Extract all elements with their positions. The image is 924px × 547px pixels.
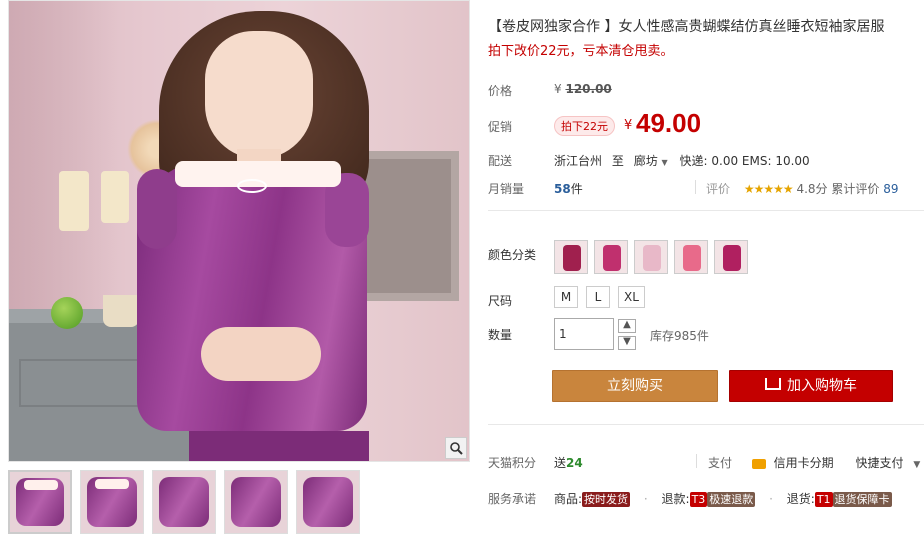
image-lamp bbox=[59, 171, 89, 231]
original-price: ¥ 120.00 bbox=[554, 82, 612, 96]
service-promises: 商品: 按时发货 · 退款: T3 极速退款 · 退货: T1 退货保障卡 bbox=[554, 492, 892, 507]
size-option-l[interactable]: L bbox=[586, 286, 610, 308]
monthly-sales: 58件 bbox=[554, 180, 583, 197]
thumbnail-2[interactable] bbox=[80, 470, 144, 534]
promo-currency: ¥ bbox=[624, 118, 633, 133]
original-currency: ¥ bbox=[554, 82, 562, 96]
svc-goods-prefix: 商品: bbox=[554, 492, 583, 506]
ship-to-dropdown[interactable]: 廊坊 bbox=[634, 154, 658, 168]
chevron-down-icon[interactable]: ▼ bbox=[662, 158, 668, 167]
size-options: M L XL bbox=[554, 286, 645, 308]
price-label: 价格 bbox=[488, 84, 513, 98]
sales-divider bbox=[695, 180, 696, 194]
size-label: 尺码 bbox=[488, 294, 513, 308]
sales-count: 58 bbox=[554, 182, 571, 196]
ship-to-word: 至 bbox=[611, 154, 624, 168]
image-apple bbox=[51, 297, 83, 329]
model-hands bbox=[201, 327, 321, 381]
thumbnail-3[interactable] bbox=[152, 470, 216, 534]
svc-return-prefix: 退货: bbox=[786, 492, 815, 506]
stock-count: 库存985件 bbox=[650, 329, 709, 343]
credit-installment-link[interactable]: 信用卡分期 bbox=[774, 456, 834, 470]
credit-card-icon bbox=[751, 458, 766, 469]
review-count[interactable]: 89 bbox=[883, 182, 898, 196]
sales-unit: 件 bbox=[570, 182, 583, 196]
points-value: 24 bbox=[566, 456, 583, 470]
review-summary[interactable]: 评价 ★★★★★ 4.8分 累计评价 89 bbox=[706, 180, 899, 197]
add-to-cart-label: 加入购物车 bbox=[787, 378, 857, 394]
shipping-info: 浙江台州 至 廊坊 ▼ 快递: 0.00 EMS: 10.00 bbox=[554, 152, 810, 169]
sales-label: 月销量 bbox=[488, 182, 525, 196]
tmall-points: 送24 bbox=[554, 454, 583, 471]
pay-divider bbox=[696, 454, 697, 468]
image-lamp-2 bbox=[101, 171, 129, 223]
quantity-decrease-button[interactable]: ▼ bbox=[618, 336, 636, 350]
size-option-xl[interactable]: XL bbox=[618, 286, 645, 308]
add-to-cart-button[interactable]: 加入购物车 bbox=[729, 370, 893, 402]
quantity-label: 数量 bbox=[488, 328, 513, 342]
review-label: 评价 bbox=[706, 182, 731, 196]
cart-icon bbox=[765, 378, 781, 390]
points-label: 天猫积分 bbox=[488, 456, 537, 470]
quantity-input[interactable] bbox=[554, 318, 614, 350]
color-option-3[interactable] bbox=[634, 240, 668, 274]
payment-options: 支付 信用卡分期 快捷支付 ▼ bbox=[708, 454, 920, 471]
thumbnail-1[interactable] bbox=[8, 470, 72, 534]
shipping-label: 配送 bbox=[488, 154, 513, 168]
quantity-increase-button[interactable]: ▲ bbox=[618, 319, 636, 333]
color-option-5[interactable] bbox=[714, 240, 748, 274]
review-score: 4.8分 bbox=[796, 182, 828, 196]
fast-pay-link[interactable]: 快捷支付 bbox=[856, 456, 904, 470]
svc-refund-prefix: 退款: bbox=[661, 492, 690, 506]
color-option-4[interactable] bbox=[674, 240, 708, 274]
chevron-down-icon[interactable]: ▼ bbox=[913, 460, 920, 470]
thumbnail-strip bbox=[8, 470, 360, 534]
original-price-value: 120.00 bbox=[565, 82, 612, 96]
section-divider bbox=[488, 210, 924, 211]
product-subtitle: 拍下改价22元，亏本清仓甩卖。 bbox=[488, 44, 674, 59]
star-rating-icon: ★★★★★ bbox=[743, 182, 794, 196]
promo-label: 促销 bbox=[488, 120, 513, 134]
svc-return-code[interactable]: T1 bbox=[814, 492, 833, 507]
buy-now-button[interactable]: 立刻购买 bbox=[552, 370, 718, 402]
color-option-1[interactable] bbox=[554, 240, 588, 274]
points-prefix: 送 bbox=[554, 456, 567, 470]
section-divider-2 bbox=[488, 424, 924, 425]
svc-ontime-badge[interactable]: 按时发货 bbox=[582, 492, 631, 507]
image-cup bbox=[103, 295, 139, 327]
promo-price: 49.00 bbox=[636, 108, 702, 138]
pajama-pants bbox=[189, 431, 369, 461]
thumbnail-5[interactable] bbox=[296, 470, 360, 534]
review-total-label[interactable]: 累计评价 bbox=[831, 182, 879, 196]
thumbnail-4[interactable] bbox=[224, 470, 288, 534]
ship-from: 浙江台州 bbox=[554, 154, 603, 168]
svc-refund-badge[interactable]: 极速退款 bbox=[707, 492, 756, 507]
main-product-image[interactable] bbox=[8, 0, 470, 462]
product-gallery bbox=[8, 0, 470, 462]
color-label: 颜色分类 bbox=[488, 248, 537, 262]
shipping-fees: 快递: 0.00 EMS: 10.00 bbox=[679, 154, 810, 168]
promo-badge: 拍下22元 bbox=[554, 116, 615, 136]
product-title: 【卷皮网独家合作 】女人性感高贵蝴蝶结仿真丝睡衣短袖家居服 bbox=[488, 19, 885, 35]
model-face bbox=[205, 31, 313, 159]
svc-return-badge[interactable]: 退货保障卡 bbox=[832, 492, 892, 507]
svc-refund-code[interactable]: T3 bbox=[689, 492, 708, 507]
pay-label: 支付 bbox=[708, 456, 733, 470]
size-option-m[interactable]: M bbox=[554, 286, 578, 308]
color-option-2[interactable] bbox=[594, 240, 628, 274]
color-options bbox=[554, 240, 748, 274]
pajama-sleeve-left bbox=[137, 169, 177, 249]
zoom-icon[interactable] bbox=[445, 437, 467, 459]
service-label: 服务承诺 bbox=[488, 492, 537, 506]
pajama-bow bbox=[237, 179, 267, 193]
